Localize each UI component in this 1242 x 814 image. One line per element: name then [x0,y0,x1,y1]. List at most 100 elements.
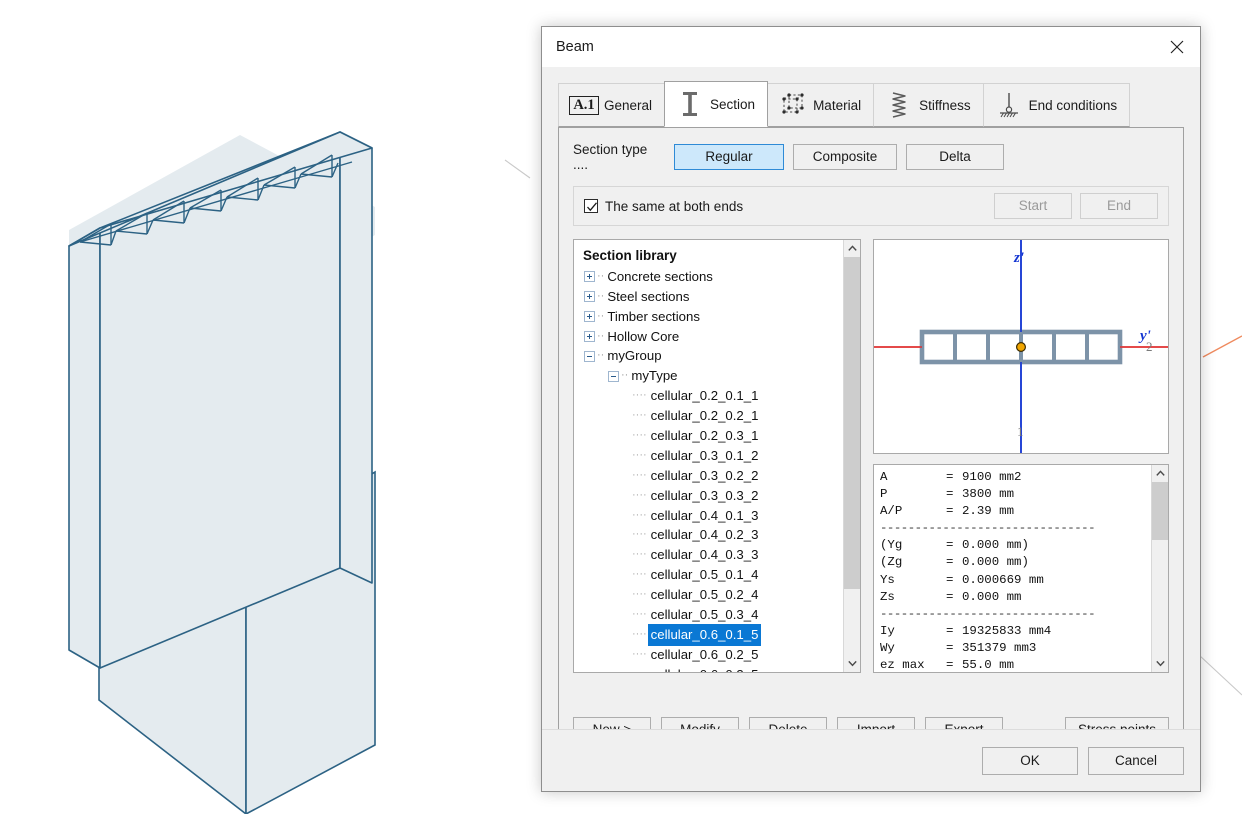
tree-connector-icon: ···· [632,585,647,605]
properties-scroll-track[interactable] [1152,482,1169,655]
dialog-footer: OK Cancel [542,729,1200,791]
spring-glyph [889,90,909,120]
cube-glyph [781,92,805,118]
cube-icon [780,90,806,120]
tree-item[interactable]: ····cellular_0.5_0.3_4 [582,605,860,625]
tab-section[interactable]: Section [664,81,768,127]
same-both-ends-checkbox[interactable]: The same at both ends [584,199,743,214]
dialog-title: Beam [556,39,594,55]
property-key: A/P [880,503,946,520]
checkmark-icon [586,201,598,213]
section-library-tree[interactable]: Section library ·· Concrete sections ·· … [574,240,860,673]
property-key: Wy [880,640,946,657]
close-glyph [1170,40,1184,54]
tree-item-label: cellular_0.6_0.1_5 [649,625,761,645]
tab-general[interactable]: A.1 General [558,83,665,127]
dialog-titlebar[interactable]: Beam [542,27,1200,67]
property-divider: ------------------------------- [880,520,1095,537]
tree-item-label: cellular_0.5_0.1_4 [649,565,761,585]
point-label-2: 2 [1146,339,1153,354]
tree-group-mytype[interactable]: ·· myType [582,366,860,386]
tree-group-hollow-core[interactable]: ·· Hollow Core [582,327,860,347]
section-type-delta-button[interactable]: Delta [906,144,1004,170]
section-properties-panel[interactable]: A=9100 mm2P=3800 mmA/P=2.39 mm----------… [873,464,1169,673]
tree-item[interactable]: ····cellular_0.2_0.3_1 [582,426,860,446]
tree-item[interactable]: ····cellular_0.6_0.1_5 [582,625,860,645]
tree-connector-icon: ···· [632,605,647,625]
property-equals: = [946,623,962,640]
tree-label: Hollow Core [605,327,681,347]
ok-button[interactable]: OK [982,747,1078,775]
property-row: P=3800 mm [880,486,1168,503]
section-right-column: z' y' 2 1 A=9100 mm2P=3800 mmA/P=2.39 mm… [873,239,1169,673]
expand-plus-icon[interactable] [584,291,595,302]
start-button[interactable]: Start [994,193,1072,219]
tree-group-concrete-sections[interactable]: ·· Concrete sections [582,267,860,287]
tree-item[interactable]: ····cellular_0.4_0.3_3 [582,545,860,565]
tab-stiffness[interactable]: Stiffness [873,83,984,127]
tree-item-label: cellular_0.3_0.1_2 [649,446,761,466]
tree-item[interactable]: ····cellular_0.5_0.1_4 [582,565,860,585]
scroll-down-icon[interactable] [844,655,861,672]
tree-connector-icon: ···· [632,506,647,526]
tree-item[interactable]: ····cellular_0.2_0.2_1 [582,406,860,426]
i-beam-icon [677,89,703,119]
section-type-regular-button[interactable]: Regular [674,144,784,170]
property-value: 9100 mm2 [962,469,1022,486]
property-value: 0.000 mm [962,589,1022,606]
scroll-down-icon[interactable] [1152,655,1169,672]
tree-label: Timber sections [605,307,702,327]
tab-material[interactable]: Material [767,83,874,127]
tab-end-conditions[interactable]: End conditions [983,83,1131,127]
support-glyph [996,90,1022,120]
scroll-up-icon[interactable] [1152,465,1169,482]
property-equals: = [946,537,962,554]
both-ends-group: The same at both ends Start End [573,186,1169,226]
tab-end-conditions-label: End conditions [1029,98,1118,113]
collapse-minus-icon[interactable] [608,371,619,382]
property-key: ez max [880,657,946,673]
tree-group-timber-sections[interactable]: ·· Timber sections [582,307,860,327]
cancel-button[interactable]: Cancel [1088,747,1184,775]
scroll-up-icon[interactable] [844,240,861,257]
tree-item[interactable]: ····cellular_0.3_0.3_2 [582,486,860,506]
section-type-composite-button[interactable]: Composite [793,144,897,170]
tree-label: myType [629,366,679,386]
tree-item[interactable]: ····cellular_0.6_0.2_5 [582,645,860,665]
tree-item-label: cellular_0.4_0.2_3 [649,525,761,545]
tree-scrollbar[interactable] [843,240,860,672]
collapse-minus-icon[interactable] [584,351,595,362]
property-row: Ys=0.000669 mm [880,572,1168,589]
property-value: 0.000669 mm [962,572,1044,589]
property-divider: ------------------------------- [880,606,1095,623]
tree-scroll-thumb[interactable] [844,257,861,589]
properties-scroll-thumb[interactable] [1152,482,1169,540]
tree-item[interactable]: ····cellular_0.3_0.1_2 [582,446,860,466]
tab-material-label: Material [813,98,861,113]
close-icon[interactable] [1154,27,1200,66]
property-equals: = [946,503,962,520]
section-preview[interactable]: z' y' 2 1 [873,239,1169,454]
properties-scrollbar[interactable] [1151,465,1168,672]
tree-item[interactable]: ····cellular_0.2_0.1_1 [582,386,860,406]
tree-group-mygroup[interactable]: ·· myGroup [582,346,860,366]
property-value: 0.000 mm) [962,554,1029,571]
end-button[interactable]: End [1080,193,1158,219]
tree-item[interactable]: ····cellular_0.4_0.2_3 [582,525,860,545]
tree-item[interactable]: ····cellular_0.4_0.1_3 [582,506,860,526]
section-library-title: Section library [582,246,860,266]
tree-scroll-track[interactable] [844,257,861,655]
tree-group-steel-sections[interactable]: ·· Steel sections [582,287,860,307]
tree-item[interactable]: ····cellular_0.3_0.2_2 [582,466,860,486]
property-key: Iy [880,623,946,640]
tree-item[interactable]: ····cellular_0.5_0.2_4 [582,585,860,605]
tabstrip: A.1 General Section [558,83,1184,128]
tree-item[interactable]: ····cellular_0.6_0.3_5 [582,665,860,673]
support-icon [996,90,1022,120]
expand-plus-icon[interactable] [584,311,595,322]
property-row: (Yg=0.000 mm) [880,537,1168,554]
expand-plus-icon[interactable] [584,331,595,342]
expand-plus-icon[interactable] [584,271,595,282]
property-row: ------------------------------- [880,520,1168,537]
checkbox-box-icon [584,199,598,213]
